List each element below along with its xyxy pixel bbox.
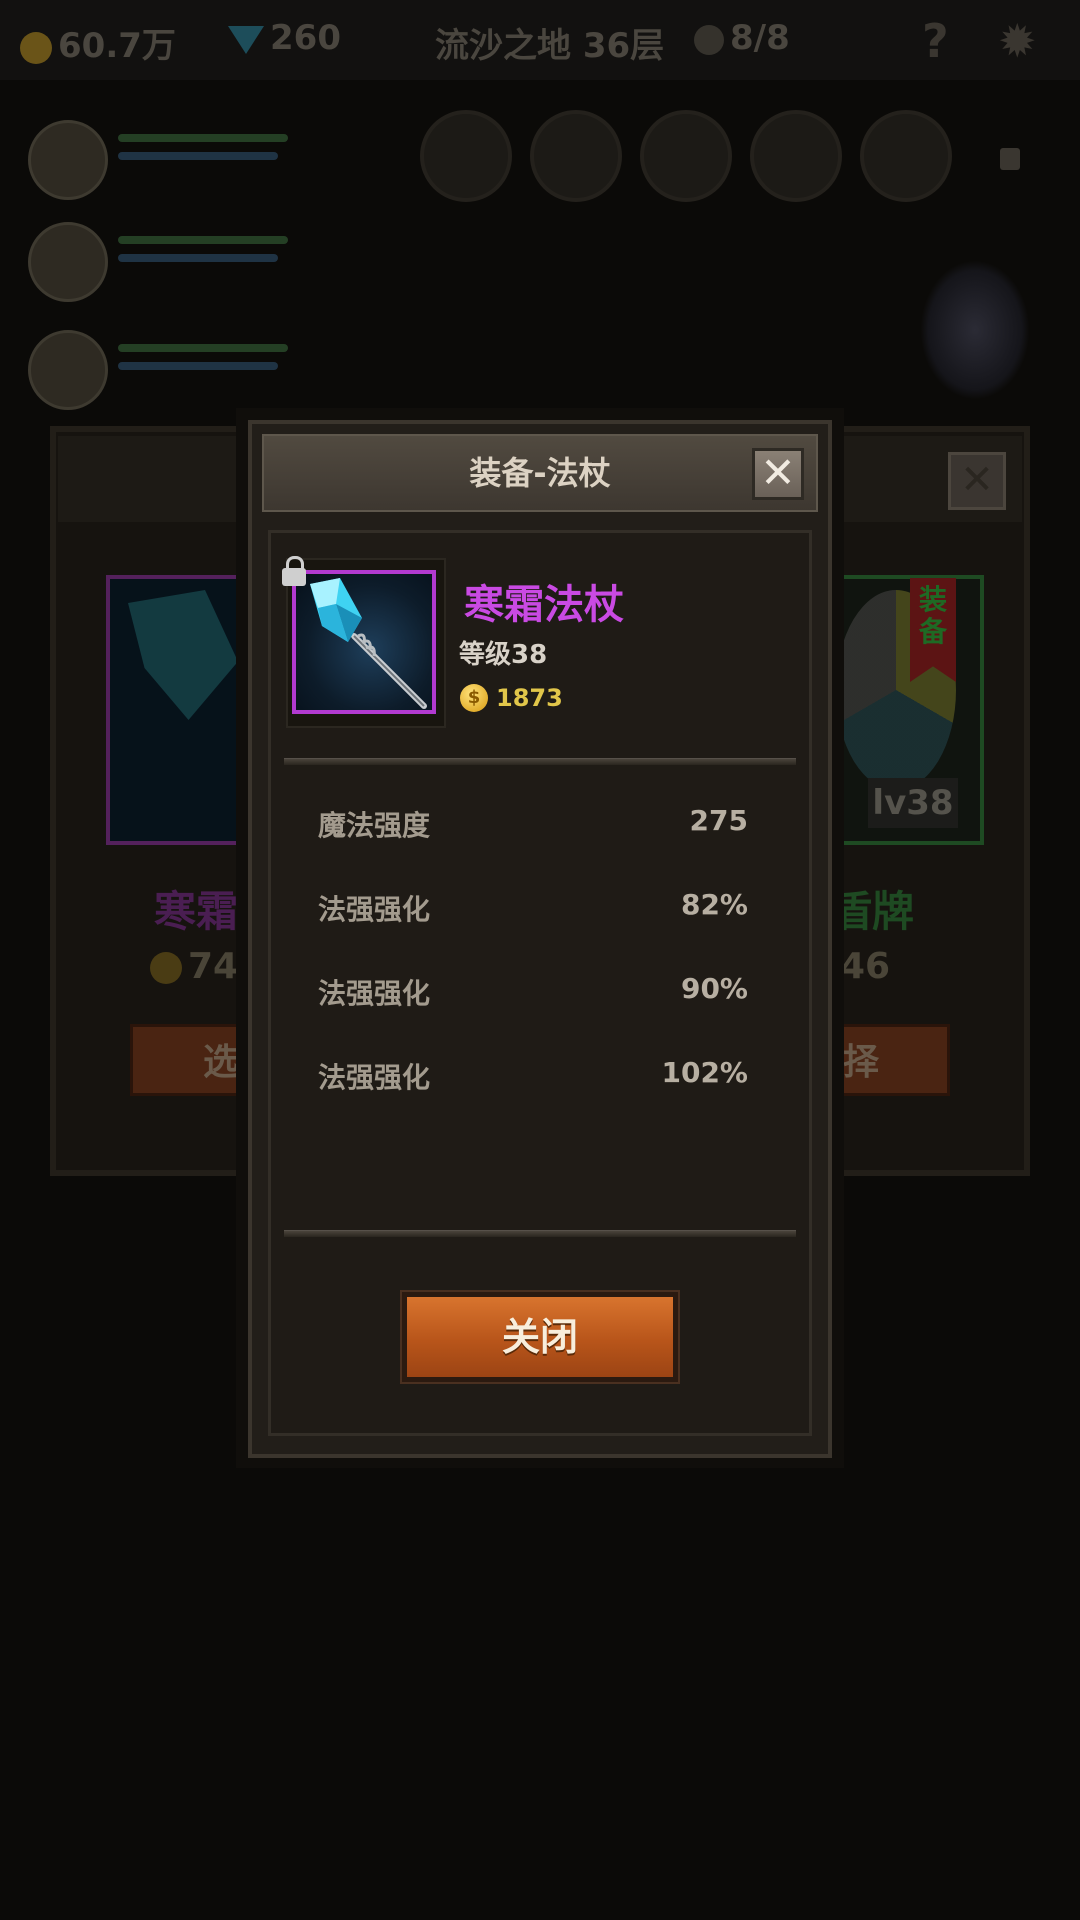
location-label: 流沙之地 36层 (435, 26, 665, 66)
hero-mp-bar (118, 152, 278, 160)
modal-title: 装备-法杖 (469, 454, 611, 492)
item-price-value: 1873 (496, 684, 563, 712)
stat-row: 法强强化 102% (318, 1056, 748, 1096)
lock-body (282, 568, 306, 586)
right-item-level: lv38 (868, 778, 958, 828)
coin-icon (150, 952, 182, 984)
stat-row: 法强强化 90% (318, 972, 748, 1012)
right-item-price: 46 (840, 946, 891, 987)
hero-portrait (28, 120, 108, 200)
hero-row-1[interactable] (28, 120, 318, 200)
hero-row-2[interactable] (28, 222, 318, 302)
item-level: 等级38 (459, 640, 548, 670)
stat-value: 275 (689, 804, 748, 837)
enemy-slot (750, 110, 842, 202)
question-icon[interactable]: ? (922, 14, 949, 68)
left-item-name: 寒霜 (154, 887, 239, 936)
stat-label: 魔法强度 (318, 809, 431, 842)
enemy-slot (860, 110, 952, 202)
key-counter: 8/8 (694, 18, 790, 58)
hero-hp-bar (118, 134, 288, 142)
stat-value: 102% (661, 1056, 748, 1089)
hero-hp-bar (118, 344, 288, 352)
compare-panel-close-icon[interactable]: ✕ (948, 452, 1006, 510)
close-icon[interactable]: ✕ (752, 448, 804, 500)
gem-counter: 260 (228, 18, 341, 58)
stat-label: 法强强化 (318, 1061, 431, 1094)
gem-icon (228, 25, 264, 54)
left-item-price: 74 (150, 946, 238, 987)
enemy-slot (640, 110, 732, 202)
ice-staff-svg (310, 578, 427, 709)
enemy-slot (530, 110, 622, 202)
stat-row: 魔法强度 275 (318, 804, 748, 844)
stat-row: 法强强化 82% (318, 888, 748, 928)
close-button[interactable]: 关闭 (402, 1292, 678, 1382)
coin-icon: $ (460, 684, 488, 712)
item-name: 寒霜法杖 (464, 582, 624, 628)
stat-value: 82% (680, 888, 748, 921)
lock-icon[interactable] (282, 556, 306, 586)
divider-top (284, 758, 796, 765)
stat-label: 法强强化 (318, 893, 431, 926)
hero-mp-bar (118, 254, 278, 262)
hero-hp-bar (118, 236, 288, 244)
coin-icon (20, 31, 52, 64)
stat-label: 法强强化 (318, 977, 431, 1010)
hero-portrait (28, 330, 108, 410)
slot-lock-icon (1000, 148, 1020, 170)
angel-statue (920, 260, 1030, 400)
stat-value: 90% (680, 972, 748, 1005)
hero-row-3[interactable] (28, 330, 318, 410)
hero-mp-bar (118, 362, 278, 370)
gear-icon[interactable]: ✹ (998, 14, 1037, 68)
item-price: $1873 (460, 684, 563, 716)
enemy-slot (420, 110, 512, 202)
divider-bottom (284, 1230, 796, 1237)
skull-icon (694, 24, 724, 55)
gold-counter: 60.7万 (20, 18, 176, 67)
ice-staff-icon (292, 570, 436, 714)
hero-portrait (28, 222, 108, 302)
